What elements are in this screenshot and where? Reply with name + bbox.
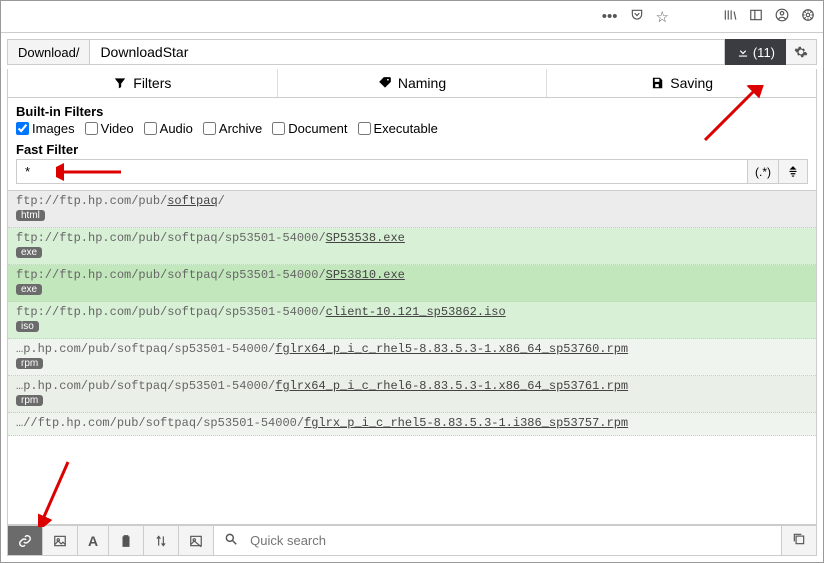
- funnel-icon: [113, 76, 127, 90]
- download-button[interactable]: (11): [725, 39, 786, 65]
- footer-toolbar: A: [7, 525, 817, 556]
- list-item[interactable]: ftp://ftp.hp.com/pub/softpaq/html: [8, 191, 816, 228]
- quick-search-input[interactable]: [244, 527, 777, 554]
- fast-filter-input[interactable]: [16, 159, 748, 184]
- tab-saving[interactable]: Saving: [547, 69, 816, 97]
- clipboard-button[interactable]: [109, 526, 144, 555]
- filetype-badge: iso: [16, 321, 39, 332]
- thumbnail-button[interactable]: [179, 526, 214, 555]
- filter-checkbox-document[interactable]: Document: [272, 121, 347, 136]
- pocket-icon[interactable]: [630, 8, 644, 26]
- builtin-filters-row: Images Video Audio Archive Document Executabl…: [16, 121, 808, 136]
- app-panel: Download/ DownloadStar (11) Filters Nami…: [1, 33, 823, 562]
- sort-button[interactable]: [144, 526, 179, 555]
- tabs: Filters Naming Saving: [7, 69, 817, 98]
- fast-filter-row: (.*): [16, 159, 808, 184]
- tab-filters[interactable]: Filters: [8, 69, 278, 97]
- list-item[interactable]: ftp://ftp.hp.com/pub/softpaq/sp53501-540…: [8, 228, 816, 265]
- builtin-filters-title: Built-in Filters: [16, 104, 808, 119]
- filter-checkbox-video[interactable]: Video: [85, 121, 134, 136]
- dots-icon[interactable]: •••: [602, 8, 618, 25]
- filetype-badge: exe: [16, 247, 42, 258]
- account-icon[interactable]: [775, 8, 789, 26]
- filter-checkbox-images[interactable]: Images: [16, 121, 75, 136]
- filter-checkbox-archive[interactable]: Archive: [203, 121, 262, 136]
- copy-results-button[interactable]: [781, 526, 816, 555]
- list-item[interactable]: …//ftp.hp.com/pub/softpaq/sp53501-54000/…: [8, 413, 816, 436]
- images-view-button[interactable]: [43, 526, 78, 555]
- settings-button[interactable]: [786, 39, 817, 65]
- list-item[interactable]: ftp://ftp.hp.com/pub/softpaq/sp53501-540…: [8, 265, 816, 302]
- star-icon[interactable]: ☆: [656, 8, 669, 26]
- search-icon: [218, 532, 244, 549]
- regex-button[interactable]: (.*): [748, 159, 779, 184]
- links-view-button[interactable]: [8, 526, 43, 555]
- filetype-badge: rpm: [16, 358, 43, 369]
- list-item[interactable]: …p.hp.com/pub/softpaq/sp53501-54000/fglr…: [8, 376, 816, 413]
- list-item[interactable]: …p.hp.com/pub/softpaq/sp53501-54000/fglr…: [8, 339, 816, 376]
- filter-checkbox-executable[interactable]: Executable: [358, 121, 438, 136]
- tab-naming[interactable]: Naming: [278, 69, 548, 97]
- sidebar-icon[interactable]: [749, 8, 763, 26]
- tag-icon: [378, 76, 392, 90]
- text-view-button[interactable]: A: [78, 526, 109, 555]
- header-row: Download/ DownloadStar (11): [7, 39, 817, 65]
- library-icon[interactable]: [723, 8, 737, 26]
- clear-filter-button[interactable]: [779, 159, 808, 184]
- fast-filter-title: Fast Filter: [16, 142, 808, 157]
- list-item[interactable]: ftp://ftp.hp.com/pub/softpaq/sp53501-540…: [8, 302, 816, 339]
- search-area: [214, 526, 781, 555]
- path-breadcrumb[interactable]: Download/: [7, 39, 90, 65]
- results-list[interactable]: ftp://ftp.hp.com/pub/softpaq/htmlftp://f…: [7, 191, 817, 525]
- save-icon: [650, 76, 664, 90]
- page-title: DownloadStar: [90, 39, 724, 65]
- filetype-badge: html: [16, 210, 45, 221]
- filetype-badge: rpm: [16, 395, 43, 406]
- filter-checkbox-audio[interactable]: Audio: [144, 121, 193, 136]
- extension-icon[interactable]: [801, 8, 815, 26]
- filetype-badge: exe: [16, 284, 42, 295]
- browser-toolbar: ••• ☆: [1, 1, 823, 33]
- filters-panel: Built-in Filters Images Video Audio Archive…: [7, 98, 817, 191]
